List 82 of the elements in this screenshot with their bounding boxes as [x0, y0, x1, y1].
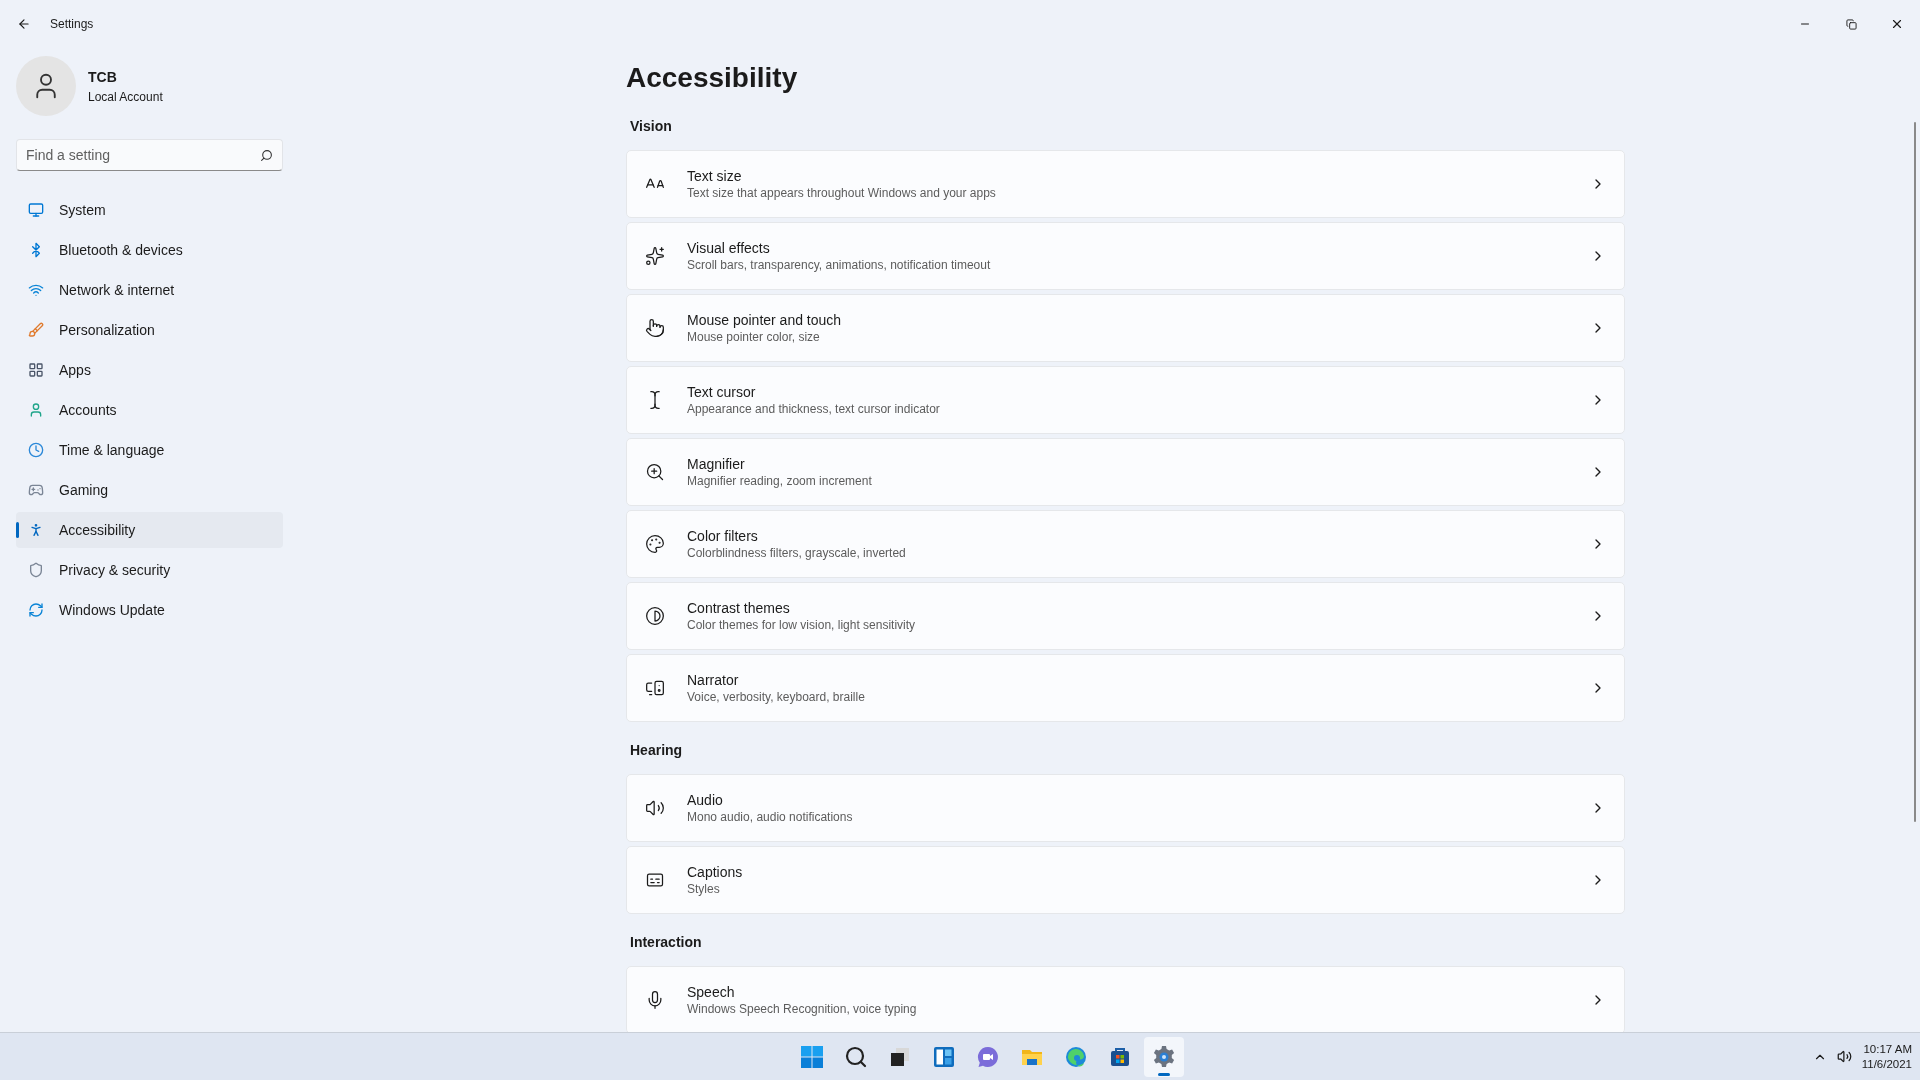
- palette-icon: [645, 534, 665, 554]
- settings-card[interactable]: Visual effects Scroll bars, transparency, animations, notification timeout: [626, 222, 1625, 290]
- account-name: TCB: [88, 67, 118, 87]
- card-subtitle: Voice, verbosity, keyboard, braille: [687, 689, 865, 705]
- settings-card[interactable]: Text size Text size that appears throughout Windows and your apps: [626, 150, 1625, 218]
- card-subtitle: Styles: [687, 881, 721, 897]
- browser-icon: [1064, 1044, 1088, 1069]
- card-title: Magnifier: [687, 455, 746, 473]
- page-title: Accessibility: [626, 61, 799, 95]
- settings-card[interactable]: Speech Windows Speech Recognition, voice typing: [626, 966, 1625, 1032]
- window-title: Settings: [50, 16, 94, 33]
- nav-item[interactable]: Personalization: [16, 312, 283, 348]
- section-heading: Vision: [630, 117, 673, 136]
- settings-card[interactable]: Contrast themes Color themes for low vision, light sensitivity: [626, 582, 1625, 650]
- person-icon: [28, 402, 44, 418]
- scrollbar[interactable]: [1914, 122, 1916, 822]
- card-subtitle: Color themes for low vision, light sensitivity: [687, 617, 916, 633]
- search-icon: [260, 149, 273, 162]
- nav-item[interactable]: Time & language: [16, 432, 283, 468]
- display-icon: [28, 202, 44, 218]
- card-title: Speech: [687, 983, 736, 1001]
- card-subtitle: Text size that appears throughout Windows and your apps: [687, 185, 996, 201]
- nav-item[interactable]: Bluetooth & devices: [16, 232, 283, 268]
- card-title: Contrast themes: [687, 599, 791, 617]
- search-icon: [844, 1044, 868, 1069]
- start-icon: [800, 1044, 824, 1069]
- card-title: Color filters: [687, 527, 759, 545]
- settings-card[interactable]: Mouse pointer and touch Mouse pointer color, size: [626, 294, 1625, 362]
- card-title: Narrator: [687, 671, 740, 689]
- speaker-icon: [645, 798, 665, 818]
- account-type: Local Account: [88, 88, 163, 106]
- nav-item[interactable]: Gaming: [16, 472, 283, 508]
- gamepad-icon: [28, 482, 44, 498]
- settings-card[interactable]: Text cursor Appearance and thickness, text cursor indicator: [626, 366, 1625, 434]
- contrast-icon: [645, 606, 665, 626]
- nav-item[interactable]: Windows Update: [16, 592, 283, 628]
- nav-item[interactable]: Apps: [16, 352, 283, 388]
- card-subtitle: Magnifier reading, zoom increment: [687, 473, 872, 489]
- card-subtitle: Appearance and thickness, text cursor indicator: [687, 401, 940, 417]
- nav-item[interactable]: Privacy & security: [16, 552, 283, 588]
- section-heading: Hearing: [630, 741, 684, 760]
- brush-icon: [28, 322, 44, 338]
- card-title: Text cursor: [687, 383, 757, 401]
- card-title: Visual effects: [687, 239, 771, 257]
- card-title: Audio: [687, 791, 724, 809]
- monitor-speaker-icon: [645, 678, 665, 698]
- chat-icon: [976, 1044, 1000, 1069]
- card-subtitle: Mono audio, audio notifications: [687, 809, 853, 825]
- pointer-icon: [645, 318, 665, 338]
- nav-item[interactable]: Accounts: [16, 392, 283, 428]
- card-subtitle: Mouse pointer color, size: [687, 329, 821, 345]
- clock-time: 10:17 AM: [1863, 1041, 1912, 1057]
- nav-item[interactable]: Accessibility: [16, 512, 283, 548]
- sparkles-icon: [645, 246, 665, 266]
- settings-card[interactable]: Captions Styles: [626, 846, 1625, 914]
- nav-item[interactable]: System: [16, 192, 283, 228]
- clock-icon: [28, 442, 44, 458]
- refresh-icon: [28, 602, 44, 618]
- search-field[interactable]: Find a setting: [16, 139, 283, 171]
- close-icon: [1890, 17, 1904, 31]
- nav-item[interactable]: Network & internet: [16, 272, 283, 308]
- wifi-icon: [28, 282, 44, 298]
- settings-card[interactable]: Narrator Voice, verbosity, keyboard, braille: [626, 654, 1625, 722]
- speaker-icon[interactable]: [1836, 1049, 1852, 1064]
- card-subtitle: Windows Speech Recognition, voice typing: [687, 1001, 917, 1017]
- settings-card[interactable]: Audio Mono audio, audio notifications: [626, 774, 1625, 842]
- widgets-icon: [932, 1044, 956, 1069]
- settings-card[interactable]: Color filters Colorblindness filters, grayscale, inverted: [626, 510, 1625, 578]
- apps-grid-icon: [28, 362, 44, 378]
- gear-icon: [1152, 1044, 1176, 1069]
- card-subtitle: Colorblindness filters, grayscale, inverted: [687, 545, 906, 561]
- card-title: Captions: [687, 863, 743, 881]
- zoom-in-icon: [645, 462, 665, 482]
- accessibility-icon: [28, 522, 44, 538]
- section-heading: Interaction: [630, 933, 703, 952]
- card-subtitle: Scroll bars, transparency, animations, notification timeout: [687, 257, 991, 273]
- restore-icon: [1845, 18, 1857, 30]
- card-title: Mouse pointer and touch: [687, 311, 842, 329]
- clock-date: 11/6/2021: [1861, 1056, 1912, 1072]
- settings-card[interactable]: Magnifier Magnifier reading, zoom increment: [626, 438, 1625, 506]
- card-title: Text size: [687, 167, 743, 185]
- shield-icon: [28, 562, 44, 578]
